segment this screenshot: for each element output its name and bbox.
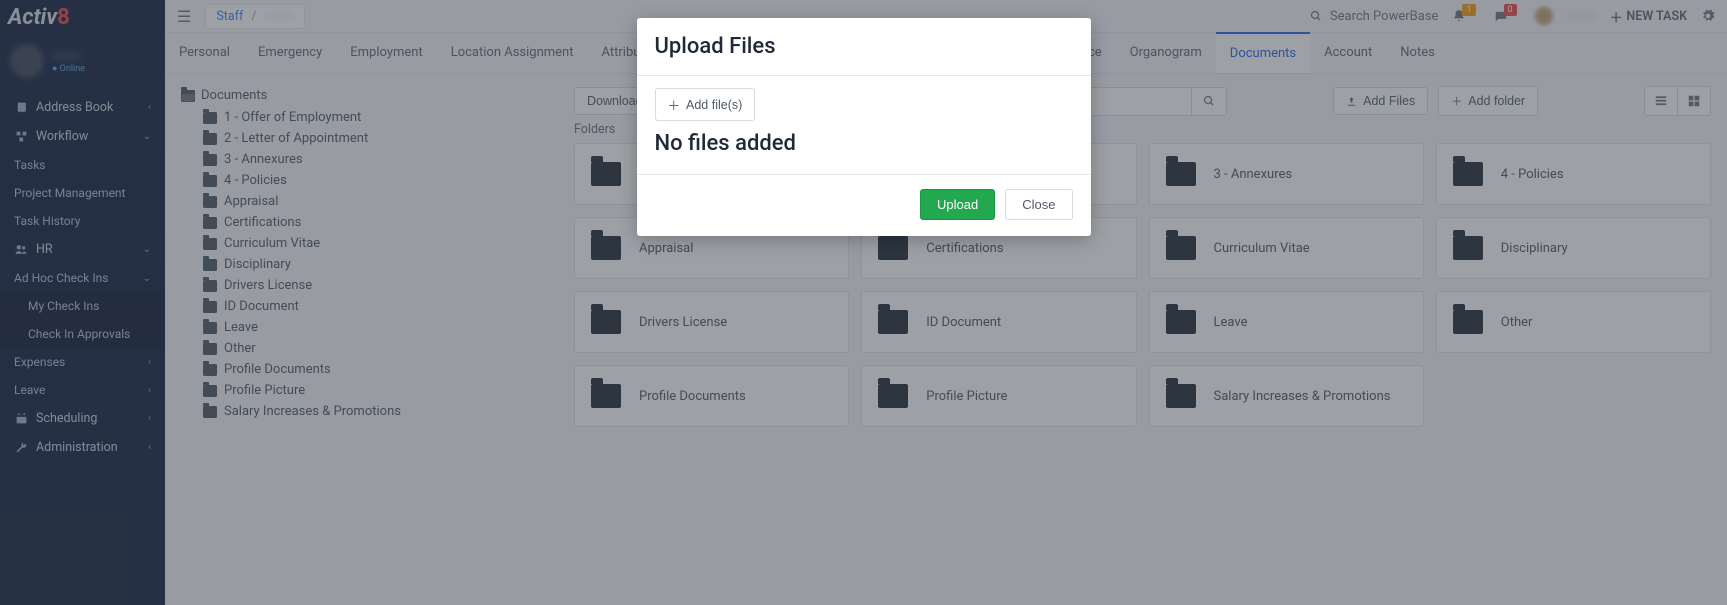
modal-overlay[interactable]: Upload Files ＋ Add file(s) No files adde… [0,0,1727,605]
no-files-message: No files added [655,131,1073,156]
modal-body: ＋ Add file(s) No files added [637,76,1091,175]
add-files-modal-label: Add file(s) [686,98,742,112]
close-button[interactable]: Close [1005,189,1072,220]
plus-icon: ＋ [668,95,681,114]
modal-footer: Upload Close [637,175,1091,236]
app-root: Activ8 ——— ● Online Address Book‹Workflo… [0,0,1727,605]
upload-button[interactable]: Upload [920,189,995,220]
upload-modal: Upload Files ＋ Add file(s) No files adde… [637,18,1091,236]
modal-title: Upload Files [637,18,1091,76]
add-files-modal-button[interactable]: ＋ Add file(s) [655,88,756,121]
